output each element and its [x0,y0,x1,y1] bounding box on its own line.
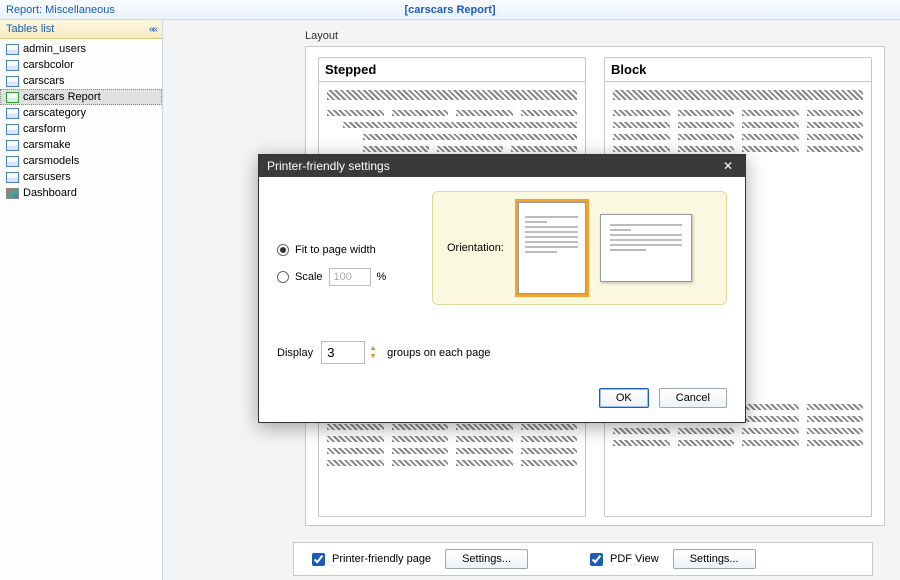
close-icon[interactable]: ✕ [719,159,737,173]
sidebar-item-carscategory[interactable]: carscategory [0,105,162,121]
table-icon [6,124,19,135]
table-icon [6,44,19,55]
table-icon [6,172,19,183]
layout-label: Layout [175,28,888,46]
card-title: Block [605,58,871,82]
scale-input[interactable]: 100 [329,268,371,286]
printer-settings-dialog: Printer-friendly settings ✕ Fit to page … [258,154,746,423]
display-groups-stepper[interactable]: ▲ ▼ [321,341,379,364]
orientation-label: Orientation: [447,242,504,254]
sidebar-item-label: carsbcolor [23,59,74,71]
report-title: [carscars Report] [302,4,598,16]
table-icon [6,140,19,151]
title-bar: Report: Miscellaneous [carscars Report] [0,0,900,20]
table-icon [6,60,19,71]
tables-tree: admin_users carsbcolor carscars carscars Re… [0,39,162,203]
dashboard-icon [6,188,19,199]
display-suffix: groups on each page [387,347,490,359]
sidebar-item-admin_users[interactable]: admin_users [0,41,162,57]
stepper-down-icon[interactable]: ▼ [367,353,379,361]
sidebar-item-carsusers[interactable]: carsusers [0,169,162,185]
sidebar-header[interactable]: Tables list «« [0,20,162,39]
card-title: Stepped [319,58,585,82]
table-icon [6,76,19,87]
sidebar-item-carsform[interactable]: carsform [0,121,162,137]
orientation-group: Orientation: [432,191,727,305]
collapse-icon[interactable]: «« [149,24,156,35]
sidebar-item-carsmake[interactable]: carsmake [0,137,162,153]
sidebar-item-label: carsusers [23,171,71,183]
radio-unselected-icon [277,271,289,283]
printer-settings-button[interactable]: Settings... [445,549,528,569]
sidebar-item-label: carscars Report [23,91,101,103]
cancel-button[interactable]: Cancel [659,388,727,408]
dialog-title: Printer-friendly settings [267,159,390,173]
scale-radio[interactable]: Scale 100 % [277,268,432,286]
sidebar-item-label: carsform [23,123,66,135]
sidebar-item-label: Dashboard [23,187,77,199]
display-groups-input[interactable] [321,341,365,364]
pdf-settings-button[interactable]: Settings... [673,549,756,569]
radio-selected-icon [277,244,289,256]
table-icon [6,156,19,167]
sidebar-item-label: carscategory [23,107,86,119]
orientation-landscape[interactable] [600,214,692,282]
display-label: Display [277,347,313,359]
sidebar-item-carsbcolor[interactable]: carsbcolor [0,57,162,73]
table-icon [6,92,19,103]
sidebar-item-label: carscars [23,75,65,87]
sidebar-title: Tables list [6,23,54,35]
orientation-portrait[interactable] [518,202,586,294]
fit-to-width-radio[interactable]: Fit to page width [277,244,432,256]
sidebar-item-label: carsmodels [23,155,79,167]
table-icon [6,108,19,119]
ok-button[interactable]: OK [599,388,649,408]
sidebar-item-label: carsmake [23,139,71,151]
dialog-titlebar[interactable]: Printer-friendly settings ✕ [259,155,745,177]
printer-friendly-checkbox[interactable]: Printer-friendly page [308,550,431,569]
sidebar: Tables list «« admin_users carsbcolor cars… [0,20,163,580]
bottom-toolbar: Printer-friendly page Settings... PDF Vi… [293,542,873,576]
sidebar-item-carscars-report[interactable]: carscars Report [0,89,162,105]
report-breadcrumb: Report: Miscellaneous [6,4,302,16]
sidebar-item-carsmodels[interactable]: carsmodels [0,153,162,169]
sidebar-item-dashboard[interactable]: Dashboard [0,185,162,201]
pdf-view-checkbox[interactable]: PDF View [586,550,659,569]
sidebar-item-carscars[interactable]: carscars [0,73,162,89]
stepper-up-icon[interactable]: ▲ [367,345,379,353]
sidebar-item-label: admin_users [23,43,86,55]
